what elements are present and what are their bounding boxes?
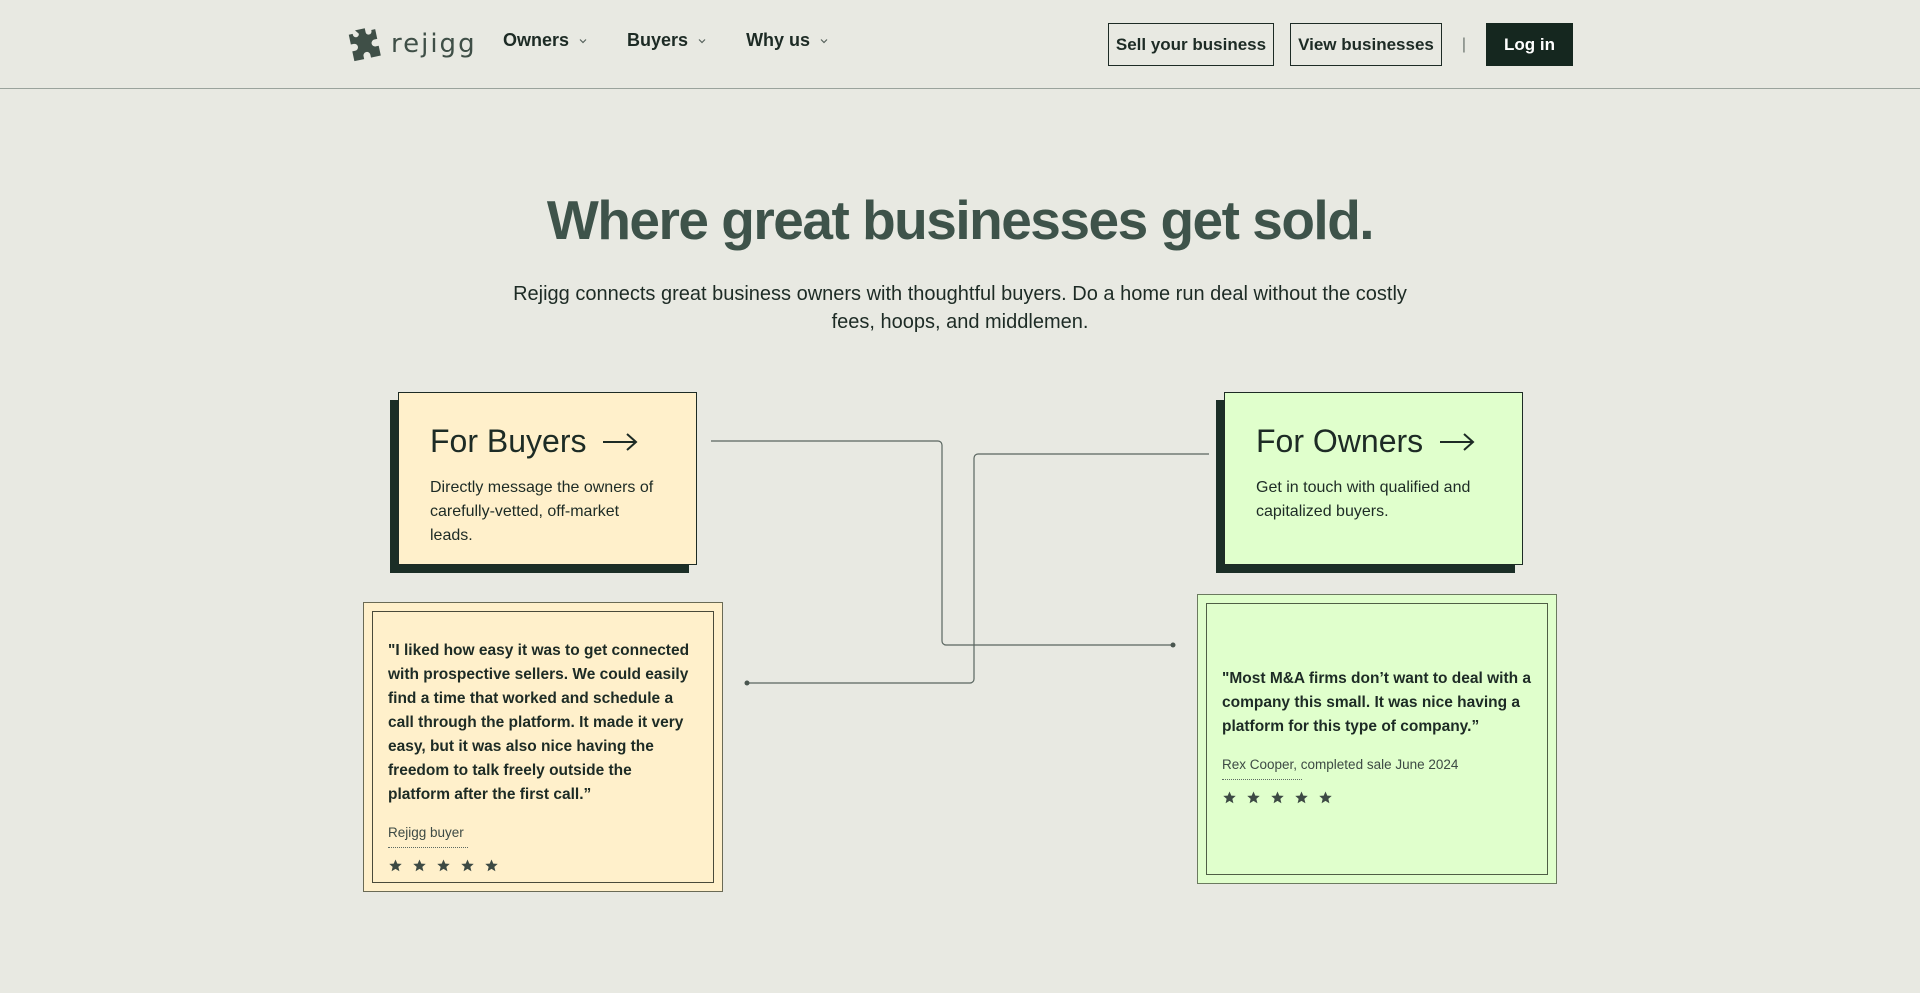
nav-buyers[interactable]: Buyers (627, 30, 706, 51)
star-icon (1271, 791, 1284, 804)
buyer-rating-stars (388, 858, 698, 873)
nav-owners[interactable]: Owners (503, 30, 587, 51)
buyer-testimonial-inner: "I liked how easy it was to get connecte… (372, 611, 714, 883)
header-actions: Sell your business View businesses | Log… (1107, 23, 1573, 66)
dotted-divider (388, 842, 468, 848)
connector-end-dot (1170, 642, 1176, 648)
owner-rating-stars (1222, 790, 1532, 805)
for-owners-card[interactable]: For Owners Get in touch with qualified a… (1224, 392, 1523, 565)
buyer-testimonial-author: Rejigg buyer (388, 825, 464, 840)
chevron-down-icon (579, 38, 587, 43)
star-icon (461, 859, 474, 872)
site-header: rejigg Owners Buyers Why us Sell your bu… (0, 0, 1920, 89)
owners-connector (747, 453, 1209, 684)
star-icon (1319, 791, 1332, 804)
for-owners-description: Get in touch with qualified and capitali… (1256, 479, 1471, 520)
for-owners-title: For Owners (1256, 423, 1491, 460)
logo[interactable]: rejigg (345, 26, 477, 62)
header-separator: | (1461, 35, 1467, 53)
nav-why-us[interactable]: Why us (746, 30, 828, 51)
for-owners-title-text: For Owners (1256, 423, 1424, 459)
owner-testimonial-author: Rex Cooper, completed sale June 2024 (1222, 757, 1459, 772)
star-icon (437, 859, 450, 872)
arrow-right-icon (603, 432, 638, 451)
nav-buyers-label: Buyers (627, 30, 689, 50)
hero-subtitle: Rejigg connects great business owners wi… (513, 283, 1407, 333)
logo-text: rejigg (391, 29, 477, 59)
chevron-down-icon (698, 38, 706, 43)
for-buyers-card[interactable]: For Buyers Directly message the owners o… (398, 392, 697, 565)
star-icon (485, 859, 498, 872)
owner-testimonial-inner: "Most M&A firms don’t want to deal with … (1206, 603, 1548, 875)
for-buyers-title: For Buyers (430, 423, 665, 460)
connector-lines (711, 440, 1209, 686)
star-icon (1295, 791, 1308, 804)
star-icon (1223, 791, 1236, 804)
log-in-button[interactable]: Log in (1486, 23, 1573, 66)
nav-owners-label: Owners (503, 30, 570, 50)
chevron-down-icon (820, 38, 828, 43)
star-icon (413, 859, 426, 872)
star-icon (1247, 791, 1260, 804)
sell-your-business-button[interactable]: Sell your business (1107, 23, 1275, 66)
dotted-divider (1222, 774, 1302, 780)
nav-why-us-label: Why us (746, 30, 811, 50)
connector-end-dot (744, 680, 750, 686)
buyer-testimonial-quote: "I liked how easy it was to get connecte… (388, 642, 690, 803)
buyer-testimonial: "I liked how easy it was to get connecte… (363, 602, 723, 892)
owner-testimonial: "Most M&A firms don’t want to deal with … (1197, 594, 1557, 884)
main-nav: Owners Buyers Why us (503, 30, 828, 51)
hero-title: Where great businesses get sold. (546, 189, 1375, 251)
for-buyers-title-text: For Buyers (430, 423, 587, 459)
owner-testimonial-quote: "Most M&A firms don’t want to deal with … (1222, 670, 1532, 735)
arrow-right-icon (1440, 432, 1475, 451)
star-icon (389, 859, 402, 872)
puzzle-logo-icon (348, 28, 381, 62)
view-businesses-button[interactable]: View businesses (1290, 23, 1442, 66)
buyers-connector (711, 440, 1172, 646)
for-buyers-description: Directly message the owners of carefully… (430, 479, 654, 544)
